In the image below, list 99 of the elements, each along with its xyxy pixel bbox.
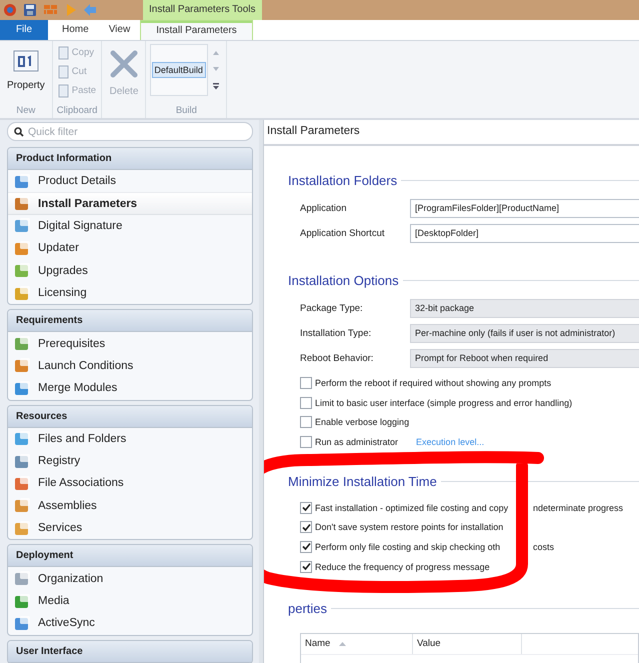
checkbox-label: Fast installation - optimized file costing and copy xyxy=(315,502,510,513)
scroll-down-icon[interactable] xyxy=(212,66,220,72)
item-icon xyxy=(14,570,31,588)
checkbox-label: Limit to basic user interface (simple progress and error handling) xyxy=(315,398,572,408)
sidebar-item[interactable]: Prerequisites xyxy=(8,332,252,355)
input-field[interactable]: [DesktopFolder] xyxy=(410,224,639,243)
group-header[interactable]: Requirements xyxy=(8,310,252,332)
item-icon xyxy=(14,497,31,514)
checkbox-label: Reduce the frequency of progress message xyxy=(315,562,490,572)
sidebar-item[interactable]: Digital Signature xyxy=(8,214,252,238)
item-icon xyxy=(14,240,31,257)
group-label: Build xyxy=(174,105,198,118)
section-title: Installation Options xyxy=(288,272,399,288)
sidebar-item[interactable]: Launch Conditions xyxy=(8,354,252,378)
field-label: Application xyxy=(300,203,348,214)
input-field[interactable]: [ProgramFilesFolder][ProductName] xyxy=(410,199,639,218)
build-item[interactable]: DefaultBuild xyxy=(152,62,206,78)
sidebar-item[interactable]: Licensing xyxy=(8,282,252,304)
checkbox-label: Run as administrator xyxy=(315,436,398,447)
checkbox-label: Enable verbose logging xyxy=(315,417,410,428)
item-icon xyxy=(14,430,31,448)
x-icon xyxy=(110,50,138,78)
pane-title: Install Parameters xyxy=(264,120,639,146)
checkbox[interactable] xyxy=(300,502,312,514)
item-icon xyxy=(14,380,31,397)
ribbon-button[interactable]: Property xyxy=(4,44,48,105)
context-tab-title: Install Parameters Tools xyxy=(143,0,262,20)
item-icon xyxy=(14,172,31,190)
sidebar-item[interactable]: ActiveSync xyxy=(8,612,252,635)
item-icon xyxy=(14,195,31,212)
sidebar-item[interactable]: Files and Folders xyxy=(8,428,252,450)
checkbox[interactable] xyxy=(300,376,312,389)
checkbox[interactable] xyxy=(300,436,312,448)
checkbox-label: Don't save system restore points for installation xyxy=(315,522,504,532)
item-icon xyxy=(14,335,31,352)
column-header[interactable]: Name xyxy=(301,634,413,654)
checkbox[interactable] xyxy=(300,540,312,553)
checkbox[interactable] xyxy=(300,560,312,573)
more-icon[interactable] xyxy=(212,82,220,90)
sidebar-item[interactable]: File Associations xyxy=(8,472,252,495)
sidebar-item[interactable]: Install Parameters xyxy=(8,192,252,215)
sidebar-item[interactable]: Media xyxy=(8,590,252,612)
checkbox-label: Perform the reboot if required without showing any prompts xyxy=(315,378,552,388)
search-input[interactable]: Quick filter xyxy=(28,126,246,138)
dropdown[interactable]: 32-bit package xyxy=(410,299,639,318)
sidebar-item[interactable]: Product Details xyxy=(8,170,252,192)
document-icon xyxy=(56,46,71,60)
field-label: Reboot Behavior: xyxy=(300,353,374,364)
bricks-icon[interactable] xyxy=(43,3,59,17)
ribbon-tab[interactable]: View xyxy=(98,20,140,40)
sidebar-item[interactable]: Upgrades xyxy=(8,260,252,282)
ribbon-tab[interactable]: Home xyxy=(52,20,99,40)
search-icon xyxy=(14,126,24,136)
group-header[interactable]: Product Information xyxy=(8,148,252,170)
sidebar-item[interactable]: Updater xyxy=(8,237,252,260)
item-icon xyxy=(14,592,31,610)
dropdown[interactable]: Prompt for Reboot when required xyxy=(410,349,639,368)
checkbox-label: Perform only file costing and skip checking oth xyxy=(315,542,502,552)
item-icon xyxy=(14,357,31,374)
sidebar-item[interactable]: Merge Modules xyxy=(8,377,252,400)
sidebar-item[interactable]: Registry xyxy=(8,450,252,472)
section-title: Installation Folders xyxy=(288,172,398,188)
document-icon xyxy=(56,64,71,78)
item-icon xyxy=(14,284,31,302)
group-header[interactable]: Resources xyxy=(8,406,252,428)
build-list[interactable]: DefaultBuild xyxy=(150,44,208,96)
column-header[interactable]: Value xyxy=(413,634,522,654)
checkbox-label: costs xyxy=(533,542,554,552)
checkbox[interactable] xyxy=(300,396,312,409)
checkbox-label: ndeterminate progress xyxy=(533,502,624,513)
ribbon-tab[interactable]: Install Parameters xyxy=(140,20,253,40)
group-header[interactable]: User Interface xyxy=(8,640,252,663)
item-icon xyxy=(14,614,31,632)
sidebar-item[interactable]: Assemblies xyxy=(8,494,252,518)
group-header[interactable]: Deployment xyxy=(8,545,252,568)
field-label: Installation Type: xyxy=(300,328,372,339)
ribbon-tab[interactable]: File xyxy=(0,20,48,40)
sidebar-item[interactable]: Organization xyxy=(8,567,252,590)
document-icon xyxy=(56,84,71,98)
search-field[interactable]: Quick filter xyxy=(7,122,253,141)
item-icon xyxy=(14,520,31,537)
item-icon xyxy=(14,262,31,280)
section-title: Minimize Installation Time xyxy=(288,474,437,490)
field-label: Package Type: xyxy=(300,303,364,314)
save-icon[interactable] xyxy=(23,3,37,17)
section-title: perties xyxy=(288,601,328,616)
dropdown[interactable]: Per-machine only (fails if user is not administrator) xyxy=(410,324,639,343)
sidebar-item[interactable]: Services xyxy=(8,517,252,540)
app-icon[interactable] xyxy=(3,3,17,17)
field-label: Application Shortcut xyxy=(300,228,386,239)
scroll-up-icon[interactable] xyxy=(212,50,220,56)
group-label: Clipboard xyxy=(56,105,98,118)
group-label: New xyxy=(15,105,36,118)
item-icon xyxy=(14,474,31,492)
checkbox[interactable] xyxy=(300,521,312,534)
item-icon xyxy=(14,217,31,234)
item-icon xyxy=(14,452,31,470)
checkbox[interactable] xyxy=(300,416,312,428)
property-icon xyxy=(12,50,39,72)
